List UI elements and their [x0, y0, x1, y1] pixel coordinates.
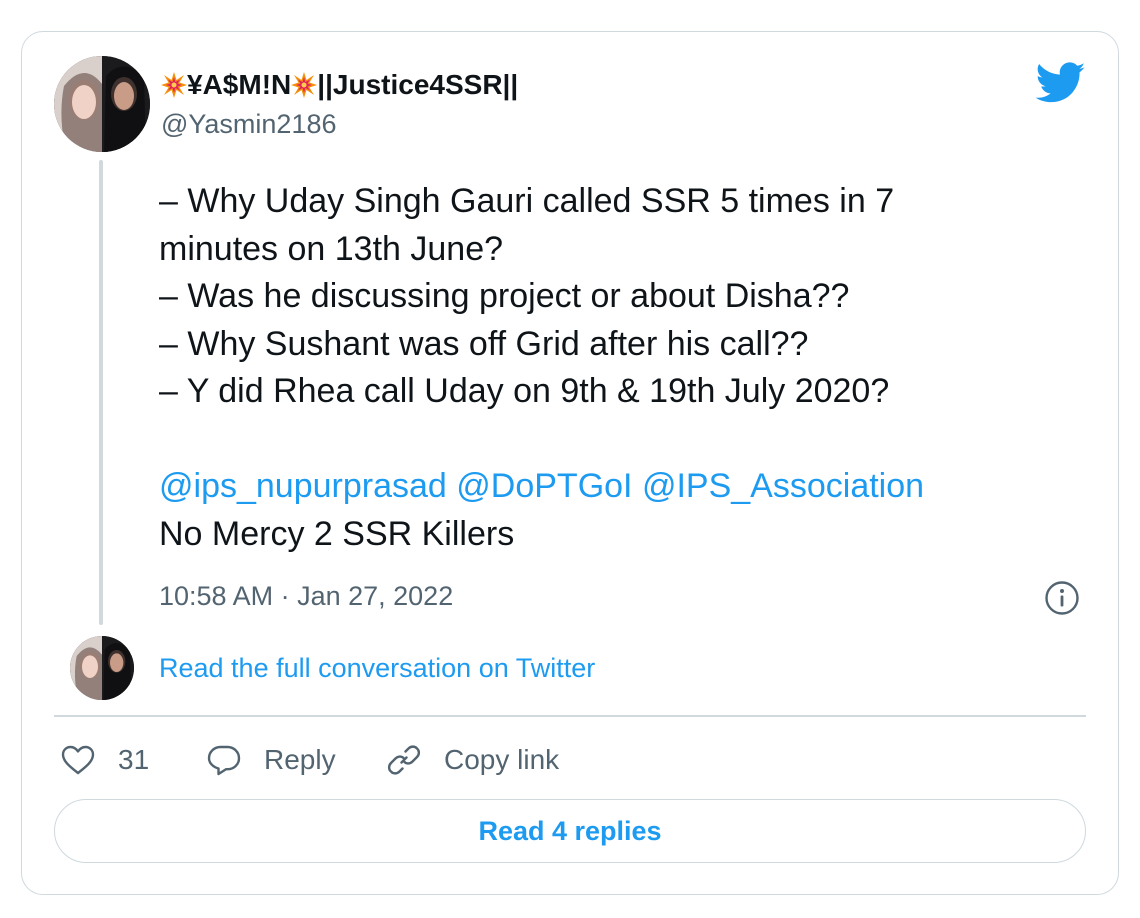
copy-link-button[interactable]: Copy link: [386, 740, 559, 780]
mention-link[interactable]: @IPS_Association: [642, 467, 924, 505]
tweet-text: – Why Uday Singh Gauri called SSR 5 time…: [159, 178, 1079, 558]
reply-button[interactable]: Reply: [206, 740, 336, 780]
like-count: 31: [118, 744, 150, 775]
mention-link[interactable]: @ips_nupurprasad: [159, 467, 447, 505]
avatar-small[interactable]: [70, 636, 134, 700]
avatar[interactable]: [54, 56, 150, 152]
thread-line: [99, 160, 103, 625]
collision-burst-icon: [161, 72, 187, 98]
display-name-suffix: ||Justice4SSR||: [317, 69, 519, 100]
divider: [54, 715, 1086, 717]
reply-label: Reply: [264, 744, 336, 775]
speech-bubble-icon: [206, 742, 242, 778]
tweet-timestamp[interactable]: 10:58 AM · Jan 27, 2022: [159, 580, 453, 612]
read-replies-button[interactable]: Read 4 replies: [54, 799, 1086, 863]
tweet-closing-line: No Mercy 2 SSR Killers: [159, 514, 515, 553]
twitter-bird-icon[interactable]: [1036, 62, 1086, 104]
link-icon: [386, 742, 422, 778]
info-icon[interactable]: [1044, 580, 1080, 616]
collision-burst-icon: [291, 72, 318, 98]
tweet-line: – Was he discussing project or about Dis…: [159, 277, 850, 315]
tweet-line: – Y did Rhea call Uday on 9th & 19th Jul…: [159, 372, 890, 410]
mention-link[interactable]: @DoPTGoI: [456, 467, 632, 505]
avatar-image: [54, 56, 150, 152]
avatar-image: [70, 636, 134, 700]
tweet-line: – Why Sushant was off Grid after his cal…: [159, 324, 809, 363]
tweet-line: minutes on 13th June?: [159, 229, 504, 268]
copy-link-label: Copy link: [444, 744, 560, 775]
tweet-line: – Why Uday Singh Gauri called SSR 5 time…: [159, 182, 895, 220]
like-button[interactable]: 31: [60, 740, 149, 780]
user-handle[interactable]: @Yasmin2186: [161, 107, 337, 141]
heart-icon: [60, 742, 96, 778]
display-name-text: ¥A$M!N: [187, 69, 292, 100]
read-conversation-link[interactable]: Read the full conversation on Twitter: [159, 652, 595, 684]
display-name[interactable]: ¥A$M!N ||Justice4SSR||: [161, 68, 518, 102]
mentions-line: @ips_nupurprasad @DoPTGoI @IPS_Associati…: [159, 463, 1079, 511]
